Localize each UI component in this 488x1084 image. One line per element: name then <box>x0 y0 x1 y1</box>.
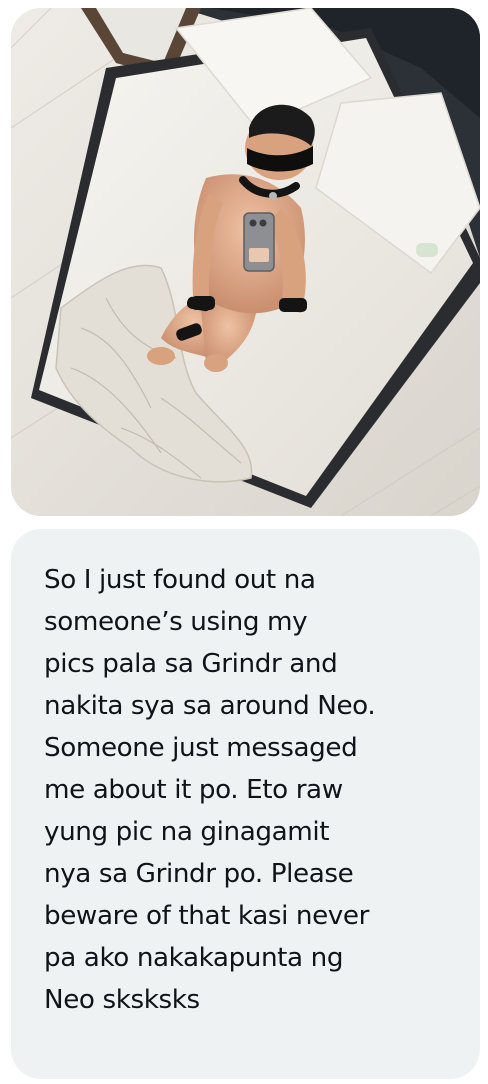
message-line: pa ako nakakapunta ng <box>44 943 344 973</box>
message-line: nakita sya sa around Neo. <box>44 691 376 721</box>
message-text: So I just found out na someone’s using m… <box>44 559 460 1021</box>
message-line: me about it po. Eto raw <box>44 775 343 805</box>
message-line: nya sa Grindr po. Please <box>44 859 354 889</box>
message-photo[interactable] <box>11 8 480 516</box>
message-bubble: So I just found out na someone’s using m… <box>11 529 480 1079</box>
message-line: Someone just messaged <box>44 733 358 763</box>
message-line: So I just found out na <box>44 565 316 595</box>
chat-thread: So I just found out na someone’s using m… <box>0 0 488 1084</box>
message-line: pics pala sa Grindr and <box>44 649 338 679</box>
message-line: beware of that kasi never <box>44 901 369 931</box>
photo-illustration <box>11 8 480 516</box>
message-line: Neo sksksks <box>44 985 200 1015</box>
message-line: yung pic na ginagamit <box>44 817 330 847</box>
message-line: someone’s using my <box>44 607 308 637</box>
